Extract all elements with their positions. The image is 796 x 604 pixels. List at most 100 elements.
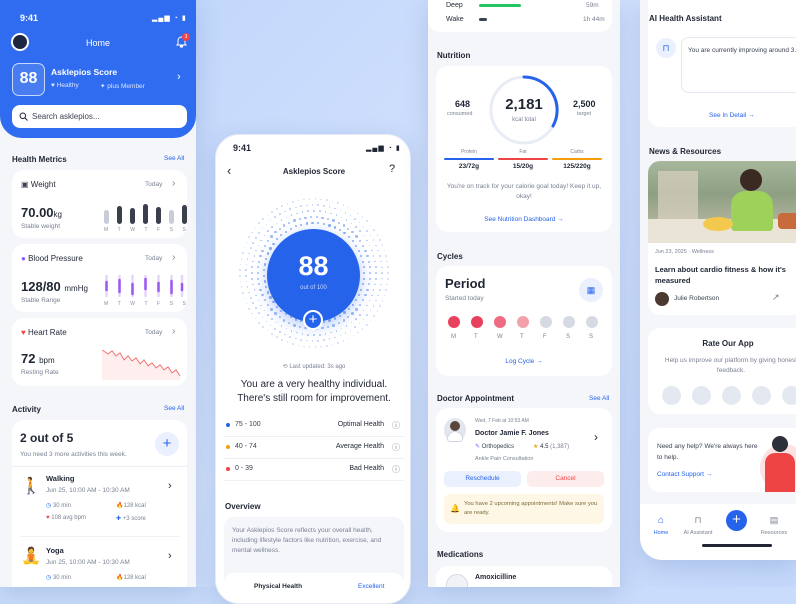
- cycle-dot[interactable]: [540, 316, 552, 328]
- reschedule-button[interactable]: Reschedule: [444, 471, 521, 487]
- ring-dot: [262, 269, 266, 272]
- nav-home[interactable]: ⌂ Home: [650, 510, 672, 536]
- info-icon[interactable]: ⓘ: [392, 442, 400, 453]
- face-good-icon[interactable]: [752, 386, 771, 405]
- ring-dot: [308, 346, 311, 348]
- ring-dot: [248, 291, 250, 294]
- doctor-card[interactable]: Wed, 7 Feb at 10:53 AM Doctor Jamie F. J…: [436, 408, 612, 532]
- add-score-button[interactable]: +: [303, 310, 323, 330]
- nav-ai-assistant[interactable]: ⊓ AI Assistant: [680, 510, 716, 536]
- face-bad-icon[interactable]: [692, 386, 711, 405]
- calorie-ring: 2,181 kcal total: [488, 74, 560, 146]
- chevron-right-icon[interactable]: ›: [177, 71, 181, 83]
- ring-dot: [289, 208, 292, 211]
- ring-dot: [385, 289, 387, 291]
- ring-dot: [314, 198, 317, 200]
- bowl: [778, 213, 796, 229]
- ring-dot: [362, 277, 365, 280]
- cycle-dot[interactable]: [563, 316, 575, 328]
- section-title-news: News & Resources: [649, 147, 722, 156]
- see-all-doctor-link[interactable]: See All: [589, 395, 609, 402]
- physical-health-row[interactable]: Physical Health Excellent: [224, 573, 404, 603]
- nav-add-button[interactable]: +: [726, 510, 747, 531]
- ring-dot: [278, 316, 281, 319]
- log-cycle-link[interactable]: Log Cycle →: [436, 358, 612, 365]
- cycle-dot[interactable]: [586, 316, 598, 328]
- medication-card[interactable]: Amoxicilline: [436, 566, 612, 587]
- heart-rate-card[interactable]: ♥ Heart Rate Today › 72 bpm Resting Rate: [12, 318, 187, 386]
- ring-dot: [375, 299, 377, 302]
- weight-card[interactable]: ▣ Weight Today › 70.00kg Stable weight M…: [12, 170, 187, 238]
- day-label: S: [169, 227, 173, 233]
- activity-title: Yoga: [46, 546, 64, 555]
- ring-dot: [290, 214, 293, 216]
- score-legend: 75 - 100 Optimal Health ⓘ 40 - 74 Average He…: [224, 415, 404, 481]
- info-icon[interactable]: ⓘ: [392, 464, 400, 475]
- cancel-button[interactable]: Cancel: [527, 471, 604, 487]
- bell-icon[interactable]: 3: [176, 33, 190, 48]
- ring-dot: [387, 272, 389, 274]
- info-icon[interactable]: ⓘ: [392, 420, 400, 431]
- ring-dot: [355, 308, 358, 311]
- legend-row: 75 - 100 Optimal Health ⓘ: [224, 415, 404, 437]
- macro-2: Carbs 125/220g: [552, 149, 602, 170]
- cycle-dot[interactable]: [448, 316, 460, 328]
- cycle-dot[interactable]: [517, 316, 529, 328]
- nav-resources[interactable]: ▤ Resources: [756, 510, 792, 536]
- contact-support-link[interactable]: Contact Support →: [657, 471, 712, 478]
- bell-icon: 🔔: [450, 504, 460, 513]
- kitchen-cabinet: [658, 171, 698, 226]
- ring-dot: [313, 334, 315, 336]
- ring-dot: [345, 219, 348, 222]
- ring-dot: [333, 226, 336, 229]
- upcoming-notice: 🔔 You have 2 upcoming appointments! Make…: [444, 494, 604, 524]
- nutrition-dashboard-link[interactable]: See Nutrition Dashboard →: [436, 216, 612, 223]
- day-label: F: [157, 227, 161, 233]
- ring-dot: [263, 280, 266, 283]
- search-input[interactable]: Search asklepios...: [12, 105, 187, 128]
- ring-dot: [339, 209, 342, 212]
- face-great-icon[interactable]: [782, 386, 796, 405]
- person-head: [740, 169, 762, 191]
- doctor-head: [450, 421, 460, 431]
- cycle-dot[interactable]: [471, 316, 483, 328]
- ring-dot: [285, 216, 288, 219]
- ring-dot: [301, 211, 304, 213]
- ring-dot: [257, 299, 260, 302]
- ring-dot: [263, 234, 266, 237]
- activity-item-yoga[interactable]: 🧘 Yoga Jun 25, 10:00 AM - 10:30 AM ◷ 30 …: [12, 538, 187, 587]
- assistant-screen: AI Health Assistant ⊓ You are currently …: [640, 0, 796, 560]
- ring-dot: [241, 292, 244, 294]
- see-in-detail-link[interactable]: See In Detail →: [709, 112, 755, 119]
- ring-dot: [362, 225, 365, 228]
- ring-dot: [364, 249, 367, 252]
- calendar-icon[interactable]: ▦: [579, 278, 603, 302]
- assistant-message: You are currently improving around 3.5% …: [688, 47, 796, 54]
- ring-dot: [338, 229, 341, 232]
- activity-item-walking[interactable]: 🚶 Walking Jun 25, 10:00 AM - 10:30 AM ◷ …: [12, 468, 187, 533]
- activity-kcal: 🔥128 kcal: [116, 503, 146, 509]
- ring-dot: [258, 260, 261, 263]
- ring-dot: [270, 235, 273, 238]
- ring-dot: [343, 232, 346, 235]
- ring-dot: [289, 227, 292, 230]
- ring-dot: [317, 204, 320, 206]
- ring-dot: [379, 289, 381, 291]
- see-all-activity-link[interactable]: See All: [164, 405, 184, 412]
- chevron-right-icon: ›: [172, 252, 176, 263]
- add-activity-button[interactable]: +: [155, 432, 179, 456]
- ring-dot: [354, 226, 357, 228]
- doctor-name: Doctor Jamie F. Jones: [475, 430, 549, 437]
- news-card[interactable]: Jun 23, 2025 · Wellness Learn about card…: [648, 161, 796, 315]
- ring-dot: [265, 223, 268, 226]
- cycle-dot[interactable]: [494, 316, 506, 328]
- share-icon[interactable]: ↗: [772, 292, 780, 303]
- ring-dot: [263, 299, 267, 302]
- face-neutral-icon[interactable]: [722, 386, 741, 405]
- help-icon[interactable]: ?: [389, 163, 395, 175]
- see-all-metrics-link[interactable]: See All: [164, 155, 184, 162]
- score-box[interactable]: 88: [12, 63, 45, 96]
- ring-dot: [289, 335, 292, 338]
- blood-pressure-card[interactable]: ● Blood Pressure Today › 128/80 mmHg Sta…: [12, 244, 187, 312]
- face-very-bad-icon[interactable]: [662, 386, 681, 405]
